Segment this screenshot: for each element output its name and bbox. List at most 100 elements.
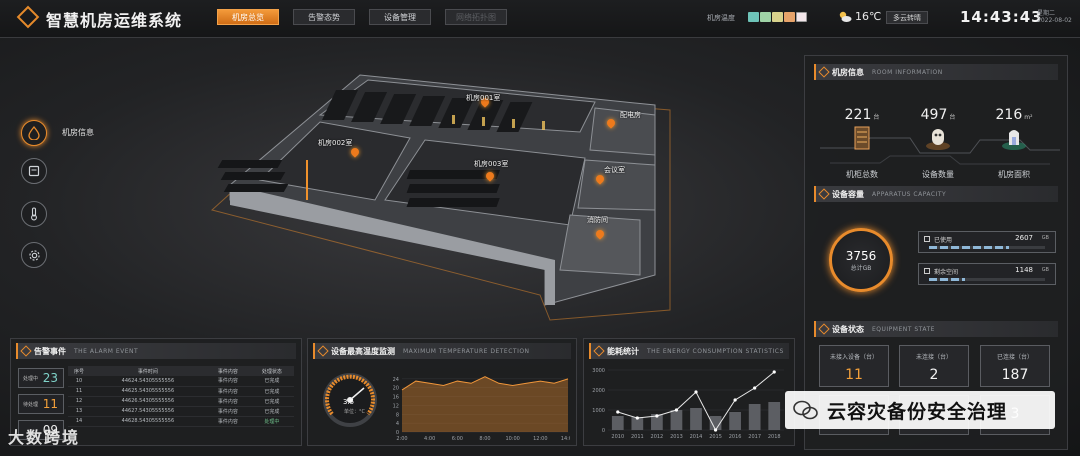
energy-point: [753, 386, 757, 390]
device-icon: [923, 124, 953, 152]
x-tick-label: 2011: [631, 434, 644, 440]
energy-title-en: THE ENERGY CONSUMPTION STATISTICS: [647, 347, 784, 355]
alarm-title: 告警事件: [34, 346, 66, 356]
y-tick-label: 24: [393, 377, 399, 383]
table-row[interactable]: 12 44626.54305555556 事件内容 已完成: [68, 396, 294, 407]
temp-scale-swatch: [772, 12, 783, 22]
table-row[interactable]: 10 44624.54305555556 事件内容 已完成: [68, 376, 294, 387]
tab-alarm-situation[interactable]: 告警态势: [293, 9, 355, 25]
energy-header: 能耗统计 THE ENERGY CONSUMPTION STATISTICS: [589, 343, 789, 359]
room-info-title: 机房信息: [832, 67, 864, 77]
energy-bar: [670, 410, 683, 430]
capacity-free-fill: [929, 278, 965, 281]
tab-device-management[interactable]: 设备管理: [369, 9, 431, 25]
bottom-logo-text: 大数跨境: [8, 428, 81, 447]
capacity-used-bar: 已使用 2607 GB: [918, 231, 1056, 253]
capacity-total: 3756: [845, 248, 877, 263]
x-tick-label: 14:00: [561, 436, 570, 442]
room-label-003[interactable]: 机房003室: [474, 159, 508, 169]
side-nav-temperature[interactable]: [21, 201, 47, 227]
tab-network-topology[interactable]: 网络拓扑图: [445, 9, 507, 25]
table-row[interactable]: 11 44625.54305555556 事件内容 已完成: [68, 386, 294, 397]
temp-scale-swatch: [796, 12, 807, 22]
x-tick-label: 2012: [651, 434, 664, 440]
energy-title: 能耗统计: [607, 346, 639, 356]
capacity-title-en: APPARATUS CAPACITY: [872, 190, 947, 198]
x-tick-label: 2015: [709, 434, 722, 440]
x-tick-label: 2014: [690, 434, 703, 440]
capacity-used-label: 已使用: [934, 237, 953, 244]
app-title: 智慧机房运维系统: [46, 11, 183, 30]
alarm-table: 序号 事件时间 事件内容 处理状态 10 44624.54305555556 事件内…: [68, 366, 294, 427]
floor-plan-3d[interactable]: 机房001室 机房002室 机房003室 配电房 会议室 消防间: [200, 60, 680, 330]
capacity-total-label: 总计GB: [850, 264, 872, 272]
clock: 14:43:43: [960, 8, 1043, 26]
y-tick-label: 1000: [592, 408, 605, 414]
section-diamond-icon: [20, 345, 32, 357]
state-disconnected[interactable]: 未连接（台） 2: [899, 345, 969, 387]
watermark-banner: 云容灾备份安全治理: [785, 391, 1055, 429]
outdoor-temperature: 16℃: [855, 10, 882, 23]
x-tick-label: 2013: [670, 434, 683, 440]
energy-point: [635, 416, 639, 420]
storage-icon: [924, 268, 930, 274]
gauge-unit: 单位：°C: [344, 409, 365, 415]
column-header: 处理状态: [249, 366, 294, 376]
y-tick-label: 8: [396, 412, 399, 418]
section-diamond-icon: [593, 345, 605, 357]
weekday: 星期二: [1037, 10, 1056, 17]
table-row[interactable]: 14 44628.54305555556 事件内容 处理中: [68, 416, 294, 427]
cabinet-icon: [847, 124, 877, 152]
app-logo-icon: [16, 5, 40, 29]
table-row[interactable]: 13 44627.54305555556 事件内容 已完成: [68, 406, 294, 417]
room-label-002[interactable]: 机房002室: [318, 138, 352, 148]
state-unconnected-devices[interactable]: 未接入设备（台） 11: [819, 345, 889, 387]
x-tick-label: 2010: [611, 434, 624, 440]
side-nav-label: 机房信息: [62, 128, 94, 137]
tab-room-overview[interactable]: 机房总览: [217, 9, 279, 25]
x-tick-label: 2018: [768, 434, 781, 440]
watermark-text: 云容灾备份安全治理: [827, 400, 1008, 423]
x-tick-label: 2016: [729, 434, 742, 440]
temperature-header: 设备最高温度监测 MAXIMUM TEMPERATURE DETECTION: [313, 343, 571, 359]
capacity-free-value: 1148: [1015, 266, 1033, 274]
section-diamond-icon: [818, 188, 830, 200]
column-header: 事件时间: [90, 366, 206, 376]
gauge-value: 3.5: [343, 398, 355, 406]
x-tick-label: 6:00: [452, 436, 463, 442]
capacity-free-bar: 剩余空间 1148 GB: [918, 263, 1056, 285]
x-tick-label: 8:00: [479, 436, 490, 442]
energy-point: [772, 370, 776, 374]
x-tick-label: 12:00: [533, 436, 547, 442]
temperature-area-chart: 048121620242:00 4:00 6:00 8:00 10:00 12:00 14:…: [393, 376, 570, 442]
state-connected[interactable]: 已连接（台） 187: [980, 345, 1050, 387]
x-tick-label: 2:00: [396, 436, 407, 442]
capacity-used-fill: [929, 246, 1010, 249]
room-label-power[interactable]: 配电房: [620, 110, 641, 120]
room-label-fire[interactable]: 消防间: [587, 215, 608, 225]
y-tick-label: 3000: [592, 368, 605, 374]
room-label-001[interactable]: 机房001室: [466, 93, 500, 103]
alarm-card-pending[interactable]: 待处理 11: [18, 394, 64, 414]
room-label-meeting[interactable]: 会议室: [604, 165, 625, 175]
alarm-card-processing[interactable]: 处理中 23: [18, 368, 64, 388]
side-nav-settings[interactable]: [21, 242, 47, 268]
room-info-header: 机房信息 ROOM INFORMATION: [814, 64, 1058, 80]
temperature-title: 设备最高温度监测: [331, 346, 395, 356]
temperature-area: [402, 376, 568, 432]
equipment-state-title: 设备状态: [832, 324, 864, 334]
temperature-title-en: MAXIMUM TEMPERATURE DETECTION: [403, 347, 530, 355]
drop-icon: [28, 126, 40, 140]
weather-description: 多云转晴: [886, 11, 928, 24]
x-tick-label: 10:00: [505, 436, 519, 442]
y-tick-label: 2000: [592, 388, 605, 394]
capacity-used-unit: GB: [1041, 235, 1049, 241]
capacity-used-value: 2607: [1015, 234, 1033, 242]
cabinet-icon: [28, 165, 40, 177]
energy-point: [616, 410, 620, 414]
energy-bar-chart: 0 1000 2000 3000 2010 2011 2012 2013 2014 2015 201…: [592, 368, 784, 440]
side-nav-room-info[interactable]: [21, 120, 47, 146]
capacity-title: 设备容量: [832, 189, 864, 199]
date: 2022-08-02: [1037, 17, 1072, 24]
side-nav-cabinet[interactable]: [21, 158, 47, 184]
